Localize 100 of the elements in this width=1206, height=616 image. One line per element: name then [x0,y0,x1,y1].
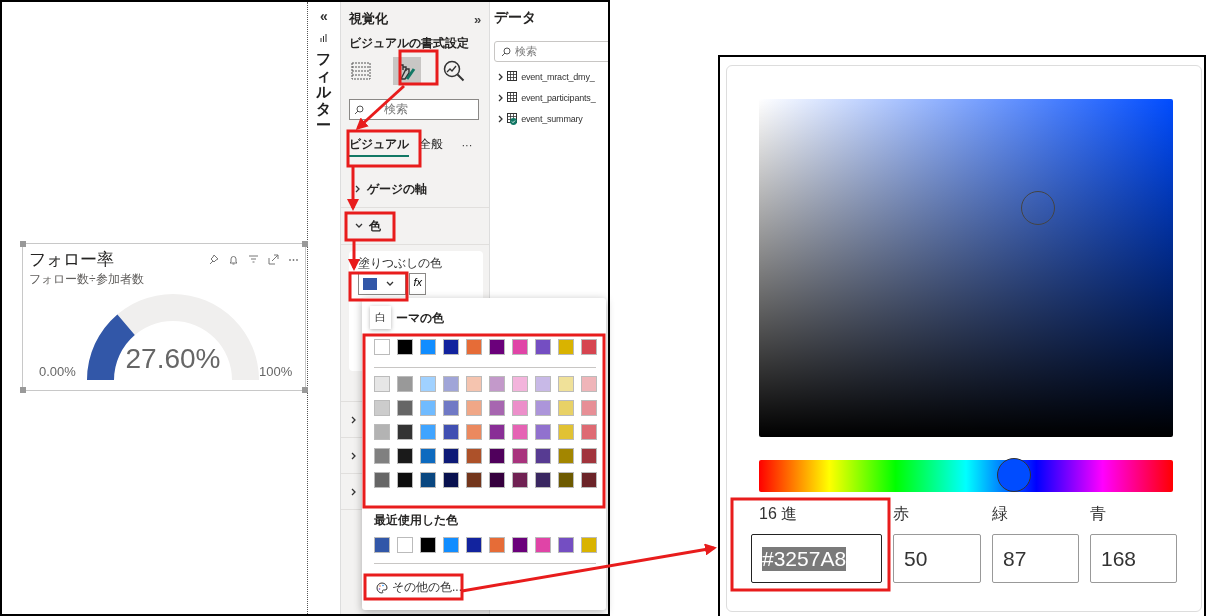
analytics-icon[interactable] [443,60,466,82]
color-swatch[interactable] [489,376,505,392]
color-swatch[interactable] [489,537,505,553]
value-field[interactable]: #3257A8 [751,534,882,583]
color-swatch[interactable] [581,376,597,392]
value-field[interactable]: 50 [893,534,981,583]
value-field[interactable]: 168 [1090,534,1177,583]
color-swatch[interactable] [374,424,390,440]
color-swatch[interactable] [489,339,505,355]
color-swatch[interactable] [466,400,482,416]
table-name[interactable]: event_summary [521,114,583,124]
table-icon[interactable] [351,62,372,80]
color-swatch[interactable] [535,400,551,416]
filter-pane-title[interactable]: フィルター [316,51,332,134]
color-swatch[interactable] [512,424,528,440]
color-swatch[interactable] [558,376,574,392]
color-swatch[interactable] [512,448,528,464]
collapse-button[interactable]: « [320,8,328,24]
color-swatch[interactable] [420,376,436,392]
resize-handle[interactable] [20,241,26,247]
value-field[interactable]: 87 [992,534,1079,583]
color-swatch[interactable] [420,537,436,553]
color-swatch[interactable] [443,339,459,355]
color-swatch[interactable] [397,472,413,488]
slider-thumb[interactable] [997,458,1032,492]
color-dropdown[interactable] [358,273,407,295]
color-swatch[interactable] [374,339,390,355]
color-swatch[interactable] [420,424,436,440]
color-swatch[interactable] [420,472,436,488]
color-swatch[interactable] [558,400,574,416]
color-swatch[interactable] [535,376,551,392]
color-swatch[interactable] [443,537,459,553]
color-swatch[interactable] [466,472,482,488]
expand-button[interactable]: » [473,11,482,27]
color-swatch[interactable] [397,424,413,440]
color-swatch[interactable] [397,448,413,464]
table-name[interactable]: event_participants_ [521,93,596,103]
pin-icon[interactable] [208,254,219,265]
color-swatch[interactable] [443,448,459,464]
color-swatch[interactable] [374,537,390,553]
color-swatch[interactable] [443,376,459,392]
fx-button[interactable]: fx [409,273,426,295]
resize-handle[interactable] [302,241,308,247]
color-swatch[interactable] [558,339,574,355]
resize-handle[interactable] [20,387,26,393]
color-swatch[interactable] [397,400,413,416]
more-colors-button[interactable]: その他の色... [374,576,464,599]
more-button[interactable]: ··· [461,139,473,151]
tab[interactable]: ビジュアル [349,133,410,157]
search-field[interactable]: 検索 [494,41,608,62]
color-swatch[interactable] [443,424,459,440]
color-swatch[interactable] [397,376,413,392]
color-swatch[interactable] [489,400,505,416]
color-swatch[interactable] [581,339,597,355]
color-swatch[interactable] [581,537,597,553]
color-swatch[interactable] [466,339,482,355]
color-swatch[interactable] [512,376,528,392]
color-swatch[interactable] [558,448,574,464]
color-swatch[interactable] [558,537,574,553]
color-swatch[interactable] [581,448,597,464]
color-swatch[interactable] [489,448,505,464]
color-swatch[interactable] [397,537,413,553]
expand-icon[interactable] [268,254,279,265]
color-swatch[interactable] [581,400,597,416]
color-swatch[interactable] [558,472,574,488]
resize-handle[interactable] [302,387,308,393]
section-header[interactable]: ゲージの軸 [341,171,490,208]
color-swatch[interactable] [374,400,390,416]
color-swatch[interactable] [535,537,551,553]
color-swatch[interactable] [420,400,436,416]
color-swatch[interactable] [535,424,551,440]
color-swatch[interactable] [512,400,528,416]
color-swatch[interactable] [558,424,574,440]
color-swatch[interactable] [374,376,390,392]
color-swatch[interactable] [420,448,436,464]
color-swatch[interactable] [581,472,597,488]
color-gradient[interactable] [759,99,1173,437]
search-field[interactable]: 検索 [349,99,480,120]
color-swatch[interactable] [466,376,482,392]
color-swatch[interactable] [466,537,482,553]
color-swatch[interactable] [374,472,390,488]
color-swatch[interactable] [512,537,528,553]
color-swatch[interactable] [489,424,505,440]
color-swatch[interactable] [535,448,551,464]
color-swatch[interactable] [581,424,597,440]
color-swatch[interactable] [512,339,528,355]
color-swatch[interactable] [535,472,551,488]
color-swatch[interactable] [466,448,482,464]
bell-icon[interactable] [228,254,239,265]
color-swatch[interactable] [443,400,459,416]
color-swatch[interactable] [443,472,459,488]
color-swatch[interactable] [489,472,505,488]
hue-slider[interactable] [759,460,1173,492]
color-swatch[interactable] [374,448,390,464]
color-swatch[interactable] [420,339,436,355]
section-header[interactable]: 色 [341,208,490,245]
color-swatch[interactable] [512,472,528,488]
color-swatch[interactable] [466,424,482,440]
filter-icon[interactable] [248,254,259,265]
color-swatch[interactable] [535,339,551,355]
